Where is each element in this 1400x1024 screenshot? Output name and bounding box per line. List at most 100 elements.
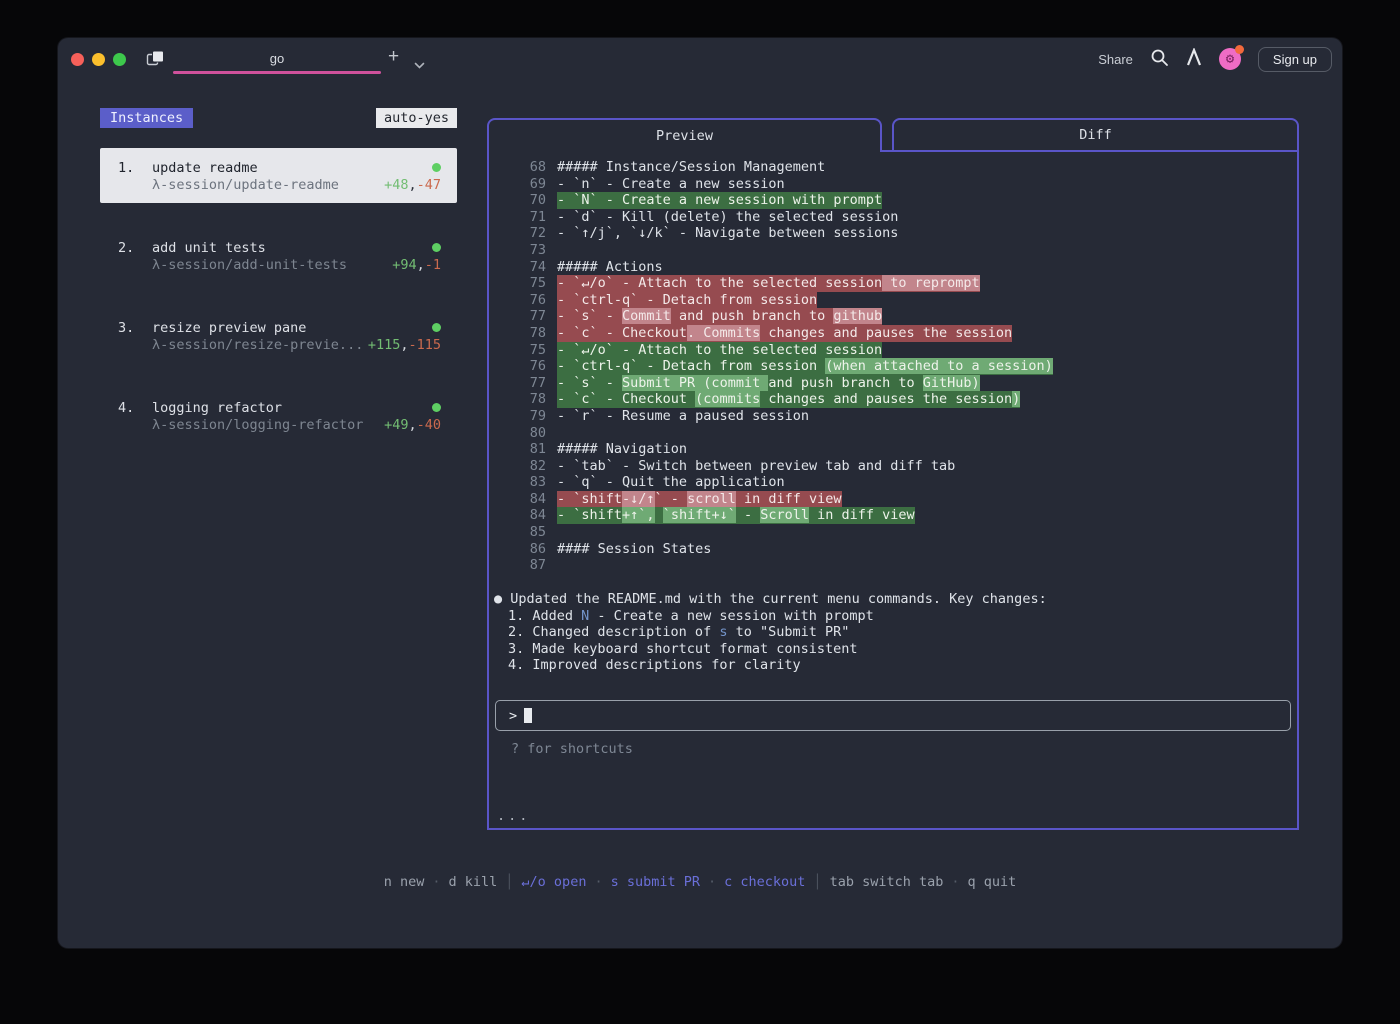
session-diff-stats: +115,-115: [368, 337, 441, 353]
summary-item: 4. Improved descriptions for clarity: [494, 657, 1297, 674]
maximize-window-button[interactable]: [113, 53, 126, 66]
session-item[interactable]: 4.logging refactorλ-session/logging-refa…: [100, 388, 457, 443]
diff-line: 72- `↑/j`, `↓/k` - Navigate between sess…: [489, 225, 1297, 242]
diff-line: 73: [489, 242, 1297, 259]
notification-dot: [1235, 45, 1244, 54]
session-branch: λ-session/update-readme: [152, 177, 339, 193]
diff-line: 80: [489, 425, 1297, 442]
diff-line: 77- `s` - Commit and push branch to gith…: [489, 308, 1297, 325]
auto-yes-badge[interactable]: auto-yes: [376, 108, 457, 128]
session-branch: λ-session/logging-refactor: [152, 417, 363, 433]
footer-shortcut[interactable]: ↵/o open: [521, 874, 586, 890]
footer-separator: ·: [708, 874, 716, 890]
footer-shortcut[interactable]: s submit PR: [611, 874, 700, 890]
traffic-lights: [71, 53, 126, 66]
session-index: 1.: [118, 160, 152, 176]
diff-lines: 68##### Instance/Session Management69- `…: [489, 159, 1297, 574]
session-item[interactable]: 2.add unit testsλ-session/add-unit-tests…: [100, 228, 457, 283]
session-title: logging refactor: [152, 400, 282, 416]
gear-icon: ⚙: [1226, 52, 1234, 66]
diff-line: 76- `ctrl-q` - Detach from session (when…: [489, 358, 1297, 375]
sign-up-button[interactable]: Sign up: [1258, 47, 1332, 72]
preview-panel: 68##### Instance/Session Management69- `…: [487, 150, 1299, 830]
session-index: 4.: [118, 400, 152, 416]
sidebar: Instances auto-yes 1.update readmeλ-sess…: [100, 108, 457, 468]
footer-shortcut[interactable]: d kill: [449, 874, 498, 890]
diff-line: 81##### Navigation: [489, 441, 1297, 458]
bullet-icon: ●: [494, 591, 502, 607]
assistant-summary: ● Updated the README.md with the current…: [494, 591, 1297, 674]
tab-preview-label: Preview: [656, 128, 713, 144]
terminal-tab-label: go: [270, 51, 284, 66]
terminal-window: go + Share ⚙ Sign up Instances auto-yes: [58, 38, 1342, 948]
session-item[interactable]: 1.update readmeλ-session/update-readme +4…: [100, 148, 457, 203]
diff-line: 76- `ctrl-q` - Detach from session: [489, 292, 1297, 309]
close-window-button[interactable]: [71, 53, 84, 66]
diff-line: 83- `q` - Quit the application: [489, 474, 1297, 491]
session-index: 3.: [118, 320, 152, 336]
session-branch: λ-session/add-unit-tests: [152, 257, 347, 273]
search-icon[interactable]: [1150, 48, 1169, 71]
session-status-dot: [432, 243, 441, 252]
panes-icon[interactable]: [146, 50, 165, 71]
summary-item: 2. Changed description of s to "Submit P…: [494, 624, 1297, 641]
diff-line: 75- `↵/o` - Attach to the selected sessi…: [489, 342, 1297, 359]
session-item[interactable]: 3.resize preview paneλ-session/resize-pr…: [100, 308, 457, 363]
diff-line: 78- `c` - Checkout (commits changes and …: [489, 391, 1297, 408]
session-index: 2.: [118, 240, 152, 256]
diff-line: 86#### Session States: [489, 541, 1297, 558]
footer-shortcut[interactable]: c checkout: [724, 874, 805, 890]
diff-line: 79- `r` - Resume a paused session: [489, 408, 1297, 425]
tab-preview[interactable]: Preview: [487, 118, 882, 152]
shortcuts-hint: ? for shortcuts: [511, 741, 1297, 757]
session-status-dot: [432, 323, 441, 332]
footer-shortcut[interactable]: tab switch tab: [830, 874, 944, 890]
session-branch: λ-session/resize-previe...: [152, 337, 363, 353]
footer-separator: │: [505, 874, 513, 890]
diff-line: 87: [489, 557, 1297, 574]
session-status-dot: [432, 403, 441, 412]
prompt-char: >: [509, 708, 517, 724]
diff-line: 74##### Actions: [489, 259, 1297, 276]
session-title: update readme: [152, 160, 258, 176]
text-cursor: [524, 708, 532, 723]
tab-diff[interactable]: Diff: [892, 118, 1299, 152]
titlebar: go + Share ⚙ Sign up: [58, 38, 1342, 80]
instances-badge: Instances: [100, 108, 193, 128]
overflow-indicator: ...: [497, 808, 530, 824]
footer-separator: ·: [432, 874, 440, 890]
footer-separator: ·: [951, 874, 959, 890]
tab-diff-label: Diff: [1079, 127, 1112, 143]
session-status-dot: [432, 163, 441, 172]
new-tab-button[interactable]: +: [388, 46, 399, 68]
session-diff-stats: +49,-40: [384, 417, 441, 433]
diff-line: 70- `N` - Create a new session with prom…: [489, 192, 1297, 209]
session-title: add unit tests: [152, 240, 266, 256]
session-diff-stats: +48,-47: [384, 177, 441, 193]
ai-icon[interactable]: [1186, 48, 1202, 70]
diff-line: 82- `tab` - Switch between preview tab a…: [489, 458, 1297, 475]
diff-line: 68##### Instance/Session Management: [489, 159, 1297, 176]
chevron-down-icon[interactable]: [414, 55, 425, 74]
minimize-window-button[interactable]: [92, 53, 105, 66]
session-list: 1.update readmeλ-session/update-readme +4…: [100, 148, 457, 443]
user-avatar-settings[interactable]: ⚙: [1219, 48, 1241, 70]
diff-line: 71- `d` - Kill (delete) the selected ses…: [489, 209, 1297, 226]
diff-line: 85: [489, 524, 1297, 541]
share-button[interactable]: Share: [1098, 52, 1133, 67]
footer-shortcut[interactable]: n new: [384, 874, 425, 890]
diff-line: 69- `n` - Create a new session: [489, 176, 1297, 193]
session-diff-stats: +94,-1: [392, 257, 441, 273]
footer-shortcut[interactable]: q quit: [968, 874, 1017, 890]
diff-line: 84- `shift-↓/↑` - scroll in diff view: [489, 491, 1297, 508]
session-title: resize preview pane: [152, 320, 306, 336]
active-tab-underline: [173, 71, 381, 74]
footer-shortcuts: n new · d kill │ ↵/o open · s submit PR · c chec…: [58, 874, 1342, 890]
summary-item: 1. Added N - Create a new session with p…: [494, 608, 1297, 625]
diff-line: 75- `↵/o` - Attach to the selected sessi…: [489, 275, 1297, 292]
prompt-input[interactable]: >: [495, 700, 1291, 731]
diff-line: 84- `shift+↑`, `shift+↓` - Scroll in dif…: [489, 507, 1297, 524]
diff-line: 78- `c` - Checkout. Commits changes and …: [489, 325, 1297, 342]
summary-item: 3. Made keyboard shortcut format consist…: [494, 641, 1297, 658]
diff-line: 77- `s` - Submit PR (commit and push bra…: [489, 375, 1297, 392]
